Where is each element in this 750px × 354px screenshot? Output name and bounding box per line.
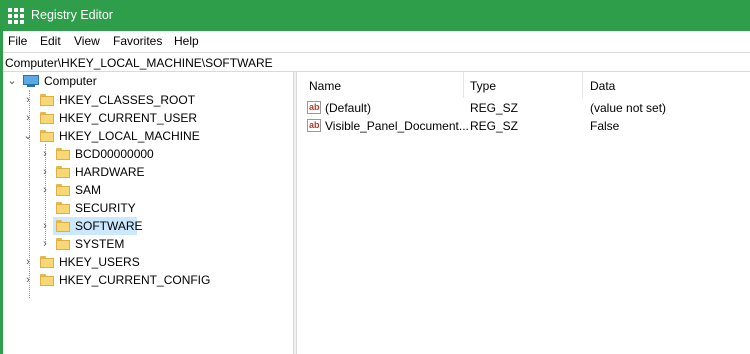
menu-favorites[interactable]: Favorites: [113, 34, 162, 48]
chevron-down-icon[interactable]: ⌄: [21, 129, 35, 143]
folder-icon: [40, 274, 54, 286]
tree-label: HARDWARE: [75, 165, 145, 179]
tree-item-hkey-users[interactable]: › HKEY_USERS: [3, 253, 293, 271]
column-header-data[interactable]: Data: [590, 79, 615, 93]
registry-editor-app-icon: [8, 8, 24, 24]
chevron-right-icon[interactable]: ›: [38, 219, 52, 233]
chevron-down-icon[interactable]: ⌄: [5, 74, 19, 88]
values-pane[interactable]: Name Type Data ab (Default) REG_SZ (valu…: [297, 72, 750, 354]
string-value-icon: ab: [307, 119, 321, 132]
chevron-right-icon[interactable]: ›: [38, 165, 52, 179]
folder-icon: [56, 220, 70, 232]
chevron-right-icon[interactable]: ›: [38, 183, 52, 197]
tree-label: BCD00000000: [75, 147, 154, 161]
tree-label: SAM: [75, 183, 102, 197]
value-data: (value not set): [590, 101, 667, 115]
folder-icon: [40, 94, 54, 106]
tree-label: SYSTEM: [75, 237, 125, 251]
column-divider[interactable]: [463, 72, 464, 98]
folder-open-icon: [40, 130, 54, 142]
string-value-icon: ab: [307, 101, 321, 114]
chevron-right-icon[interactable]: ›: [21, 273, 35, 287]
column-divider[interactable]: [582, 72, 583, 98]
folder-icon: [56, 238, 70, 250]
chevron-right-icon[interactable]: ›: [21, 111, 35, 125]
chevron-right-icon[interactable]: ›: [21, 93, 35, 107]
folder-icon: [40, 256, 54, 268]
tree-item-hkey-classes-root[interactable]: › HKEY_CLASSES_ROOT: [3, 91, 293, 109]
value-row[interactable]: ab Visible_Panel_Document... REG_SZ Fals…: [297, 117, 750, 135]
chevron-right-icon[interactable]: ›: [38, 237, 52, 251]
tree-item-hkey-local-machine[interactable]: ⌄ HKEY_LOCAL_MACHINE: [3, 127, 293, 145]
title-bar[interactable]: Registry Editor: [0, 0, 750, 31]
computer-icon: [22, 75, 40, 88]
menu-file[interactable]: File: [8, 34, 27, 48]
column-header-type[interactable]: Type: [470, 79, 496, 93]
tree-label: SECURITY: [75, 201, 136, 215]
value-type: REG_SZ: [470, 119, 519, 133]
tree-label: HKEY_LOCAL_MACHINE: [59, 129, 200, 143]
column-header-name[interactable]: Name: [309, 79, 341, 93]
key-tree-pane[interactable]: ⌄ Computer › HKEY_CLASSES_ROOT › HKEY_CU…: [3, 72, 293, 354]
address-bar[interactable]: Computer\HKEY_LOCAL_MACHINE\SOFTWARE: [3, 52, 750, 72]
value-data: False: [590, 119, 620, 133]
tree-item-software[interactable]: › SOFTWARE: [3, 217, 293, 235]
folder-icon: [56, 184, 70, 196]
menu-view[interactable]: View: [74, 34, 100, 48]
menu-help[interactable]: Help: [174, 34, 199, 48]
tree-item-computer[interactable]: ⌄ Computer: [3, 72, 293, 90]
folder-icon: [56, 166, 70, 178]
folder-icon: [56, 202, 70, 214]
chevron-right-icon[interactable]: ›: [21, 255, 35, 269]
value-name: Visible_Panel_Document...: [325, 119, 469, 133]
tree-label: Computer: [44, 74, 97, 88]
tree-label: SOFTWARE: [75, 219, 143, 233]
folder-icon: [56, 148, 70, 160]
menu-edit[interactable]: Edit: [40, 34, 61, 48]
tree-item-system[interactable]: › SYSTEM: [3, 235, 293, 253]
address-path[interactable]: Computer\HKEY_LOCAL_MACHINE\SOFTWARE: [5, 56, 273, 70]
tree-item-sam[interactable]: › SAM: [3, 181, 293, 199]
tree-label: HKEY_USERS: [59, 255, 140, 269]
tree-label: HKEY_CURRENT_CONFIG: [59, 273, 211, 287]
tree-item-security[interactable]: SECURITY: [3, 199, 293, 217]
tree-item-hardware[interactable]: › HARDWARE: [3, 163, 293, 181]
column-header-row: Name Type Data: [297, 72, 750, 98]
tree-label: HKEY_CURRENT_USER: [59, 111, 198, 125]
value-row[interactable]: ab (Default) REG_SZ (value not set): [297, 99, 750, 117]
window-title: Registry Editor: [31, 8, 113, 22]
tree-label: HKEY_CLASSES_ROOT: [59, 93, 196, 107]
tree-item-hkey-current-user[interactable]: › HKEY_CURRENT_USER: [3, 109, 293, 127]
tree-item-hkey-current-config[interactable]: › HKEY_CURRENT_CONFIG: [3, 271, 293, 289]
value-name: (Default): [325, 101, 372, 115]
chevron-right-icon[interactable]: ›: [38, 147, 52, 161]
menu-bar: File Edit View Favorites Help: [3, 31, 750, 52]
tree-item-bcd00000000[interactable]: › BCD00000000: [3, 145, 293, 163]
folder-icon: [40, 112, 54, 124]
value-type: REG_SZ: [470, 101, 519, 115]
